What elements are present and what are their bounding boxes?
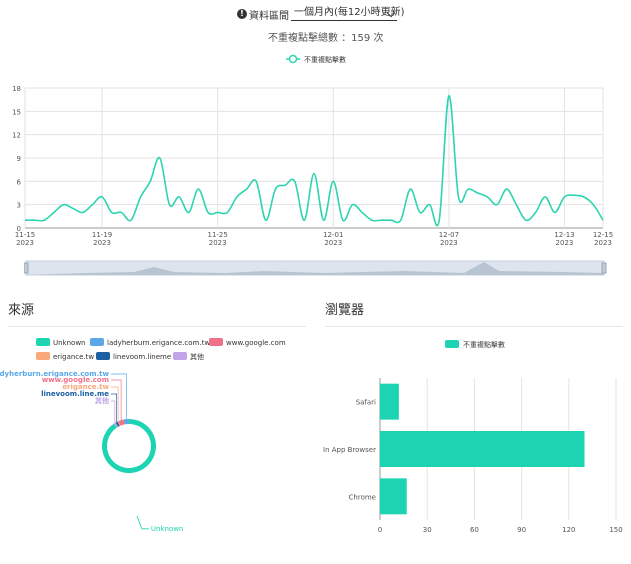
x-tick-label: 11-25 2023	[207, 231, 227, 247]
bar[interactable]	[380, 383, 399, 420]
line-series	[25, 94, 604, 227]
total-count-value: ：159 次	[341, 33, 384, 44]
pie-legend-item[interactable]: www.google.com	[209, 338, 286, 347]
source-divider	[8, 326, 306, 327]
x-tick-label: 11-19 2023	[92, 231, 112, 247]
y-tick-label: 9	[17, 155, 21, 163]
x-tick-label: 150	[609, 526, 622, 534]
zoom-handle-left[interactable]	[24, 262, 29, 274]
bar-legend-label: 不重複點擊數	[463, 340, 505, 349]
pie-legend-label: erigance.tw	[53, 353, 94, 361]
line-legend[interactable]: 不重複點擊數	[286, 54, 346, 64]
total-count-label: 不重複點擊總數	[268, 33, 338, 44]
pie-slice-label: Unknown	[151, 525, 184, 533]
x-tick-label: 12-07 2023	[439, 231, 459, 247]
bar[interactable]	[380, 431, 585, 467]
pie-slice-label: linevoom.line.me	[41, 390, 109, 398]
y-tick-label: 15	[12, 108, 21, 116]
pie-legend-item[interactable]: Unknown	[36, 338, 86, 347]
x-tick-label: 90	[517, 526, 526, 534]
pie-slice-label: ladyherburn.erigance.com.tw	[0, 370, 110, 378]
y-tick-label: 12	[12, 132, 21, 140]
y-tick-label: 6	[17, 178, 22, 186]
pie-legend-item[interactable]: erigance.tw	[36, 352, 94, 361]
x-tick-label: 0	[378, 526, 382, 534]
range-label: 資料區間	[249, 11, 289, 22]
y-tick-label: Chrome	[349, 493, 376, 501]
browser-bar-chart: 不重複點擊數 0 30 60 90 120 150 Safari In App Browse…	[323, 340, 623, 534]
y-tick-label: 18	[12, 85, 21, 93]
x-tick-label: 11-15 2023	[15, 231, 35, 247]
info-icon: !	[237, 9, 247, 19]
y-tick-label: Safari	[356, 399, 376, 407]
x-tick-label: 120	[562, 526, 575, 534]
range-select[interactable]: 一個月內(每12小時更新)	[291, 5, 405, 21]
x-tick-label: 12-15 2023	[593, 231, 613, 247]
x-tick-label: 60	[470, 526, 479, 534]
total-count: 不重複點擊總數 ：159 次	[268, 29, 383, 44]
zoom-handle-right[interactable]	[601, 262, 607, 274]
source-donut-chart: Unknown ladyherburn.erigance.com.tw www.go…	[0, 338, 286, 533]
x-tick-label: 12-01 2023	[323, 231, 343, 247]
pie-legend-label: www.google.com	[226, 339, 286, 347]
x-tick-label: 12-13 2023	[554, 231, 574, 247]
pie-legend-label: Unknown	[53, 339, 86, 347]
zoom-slider[interactable]	[24, 258, 608, 278]
line-chart: 不重複點擊數 0369121518 11-15 202311-19 202311-2…	[12, 54, 613, 247]
pie-legend-item[interactable]: 其他	[173, 352, 204, 361]
bar[interactable]	[380, 478, 407, 515]
browser-divider	[325, 326, 623, 327]
pie-slice[interactable]	[101, 419, 156, 473]
pie-legend-label: ladyherburn.erigance.com.tw	[107, 339, 210, 347]
browser-title: 瀏覽器	[325, 303, 365, 318]
y-tick-label: In App Browser	[323, 446, 376, 454]
bar-legend[interactable]: 不重複點擊數	[445, 340, 505, 349]
pie-legend-item[interactable]: ladyherburn.erigance.com.tw	[90, 338, 210, 347]
pie-slice-label: erigance.tw	[62, 383, 109, 391]
x-tick-label: 30	[423, 526, 432, 534]
pie-legend-item[interactable]: linevoom.lineme	[96, 352, 171, 361]
pie-legend-label: linevoom.lineme	[113, 353, 171, 361]
y-tick-label: 3	[17, 202, 21, 210]
source-title: 來源	[8, 303, 35, 318]
line-legend-label: 不重複點擊數	[304, 55, 346, 64]
pie-legend-label: 其他	[190, 352, 204, 361]
